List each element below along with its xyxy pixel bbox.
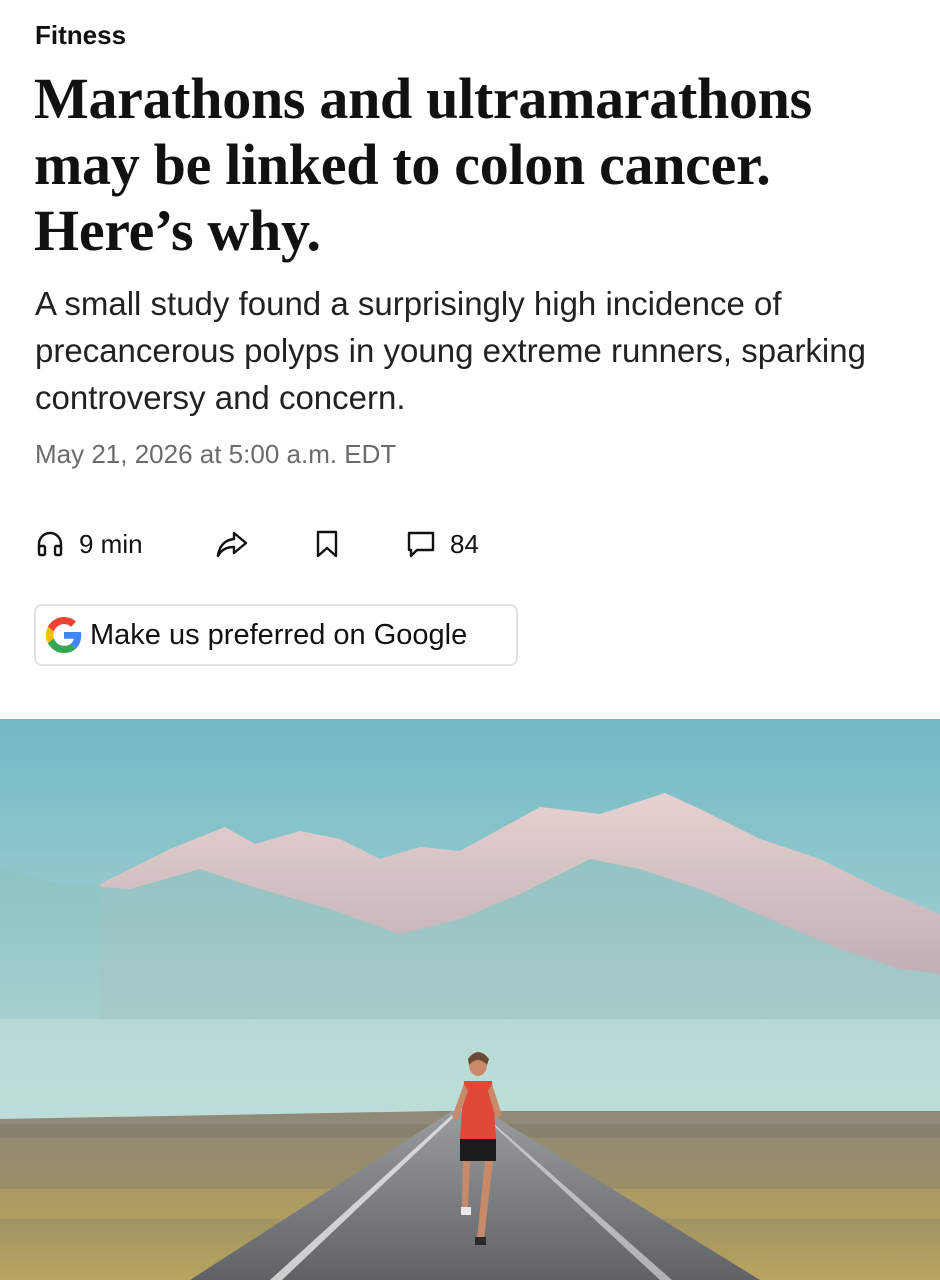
share-arrow-icon — [215, 529, 249, 559]
make-preferred-label: Make us preferred on Google — [90, 618, 468, 651]
comments-button[interactable]: 84 — [406, 522, 479, 566]
save-bookmark-button[interactable] — [314, 522, 340, 566]
hero-image — [0, 719, 940, 1280]
section-label[interactable]: Fitness — [35, 18, 126, 52]
publish-timestamp: May 21, 2026 at 5:00 a.m. EDT — [35, 439, 397, 469]
listen-duration: 9 min — [79, 528, 143, 559]
make-preferred-on-google-button[interactable]: Make us preferred on Google — [34, 604, 518, 666]
share-button[interactable] — [215, 522, 249, 566]
headline: Marathons and ultramarathons may be link… — [34, 66, 812, 263]
article-dek: A small study found a surprisingly high … — [35, 285, 866, 416]
headphones-icon — [35, 529, 65, 559]
google-g-logo — [36, 617, 82, 653]
listen-button[interactable]: 9 min — [35, 522, 143, 566]
comment-icon — [406, 529, 436, 559]
article-action-bar: 9 min 84 — [35, 522, 635, 566]
bookmark-icon — [314, 529, 340, 559]
comments-count: 84 — [450, 528, 479, 559]
